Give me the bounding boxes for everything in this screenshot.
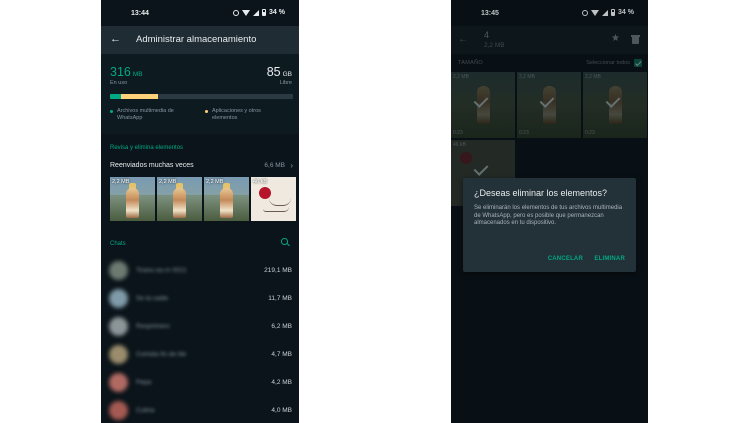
status-time: 13:44 [131,10,149,17]
avatar [109,289,128,308]
chevron-right-icon: › [290,161,293,170]
status-bar: 13:44 34 % [101,0,299,26]
legend-media-label: Archivos multimedia de WhatsApp [117,108,174,121]
search-icon-handle [286,242,290,247]
signal-icon [253,9,260,16]
legend-apps-dot [205,110,208,113]
chat-size: 4,7 MB [271,351,292,358]
chat-row[interactable]: Comida fin de tile 4,7 MB [101,341,299,369]
chat-row[interactable]: Se la cadie 11,7 MB [101,285,299,313]
delete-dialog: ¿Deseas eliminar los elementos? Se elimi… [463,178,636,272]
review-section-title: Revisa y elimina elementos [110,145,184,151]
avatar [109,317,128,336]
avatar [109,401,128,420]
storage-screen: 13:44 34 % ← Administrar almacenamiento … [101,0,299,423]
wifi-icon [242,9,251,16]
chat-row[interactable]: Culina 4,0 MB [101,397,299,423]
forwarded-thumbnail[interactable]: 2,2 MB [110,177,155,221]
legend-media-dot [110,110,113,113]
chat-size: 219,1 MB [264,267,292,274]
handwriting-image [269,198,291,206]
statue-image [173,188,186,218]
chat-name: Comida fin de tile [136,351,187,358]
chat-size: 6,2 MB [271,323,292,330]
used-label: En uso [110,80,128,86]
chats-section-title: Chats [110,241,126,247]
free-label: Libre [279,80,292,86]
chat-name: Tiranu ea m 0021 [136,267,187,274]
delete-confirm-screen: 13:45 34 % ← 4 2,2 MB ★ TAMAÑO Seleccion… [451,0,648,423]
handwriting-image [263,207,289,212]
avatar [109,261,128,280]
chat-size: 4,2 MB [271,379,292,386]
status-icons: 34 % [233,9,285,16]
chat-row[interactable]: Pepa 4,2 MB [101,369,299,397]
storage-summary: 316 MB 85 GB En uso Libre Archivos multime… [101,54,299,134]
forwarded-row[interactable]: Reenviados muchas veces 6,6 MB › [110,161,293,172]
used-storage: 316 MB [110,65,143,79]
battery-icon [262,9,267,16]
chat-size: 4,0 MB [271,407,292,414]
used-unit: MB [132,71,143,78]
legend-media: Archivos multimedia de WhatsApp [110,108,185,122]
avatar [109,345,128,364]
statue-image [126,188,139,218]
chat-name: Se la cadie [136,295,169,302]
forwarded-size: 6,6 MB [264,162,285,169]
page-title: Administrar almacenamiento [136,34,257,45]
statue-image [220,188,233,218]
legend-apps: Aplicaciones y otros elementos [205,108,280,122]
forwarded-thumbnails: 2,2 MB 2,2 MB 2,2 MB 46 kB [110,177,296,221]
forwarded-thumbnail[interactable]: 46 kB [251,177,296,221]
chat-name: Resprimero [136,323,170,330]
forwarded-label: Reenviados muchas veces [110,162,194,169]
thumbnail-size-label: 2,2 MB [206,179,224,185]
battery-level: 34 % [269,9,285,16]
used-value: 316 [110,65,131,79]
avatar [109,373,128,392]
alarm-icon [233,9,240,16]
storage-bar-media [110,94,121,99]
free-value: 85 [266,65,281,79]
free-unit: GB [282,71,292,78]
thumbnail-size-label: 46 kB [253,179,268,185]
dialog-body: Se eliminarán los elementos de tus archi… [474,205,623,226]
search-icon[interactable] [281,238,290,247]
dialog-title: ¿Deseas eliminar los elementos? [474,188,608,198]
forwarded-thumbnail[interactable]: 2,2 MB [157,177,202,221]
chat-size: 11,7 MB [268,295,292,302]
delete-button[interactable]: ELIMINAR [594,256,625,262]
free-storage: 85 GB [267,65,292,79]
chat-list: Tiranu ea m 0021 219,1 MB Se la cadie 11,7 … [101,257,299,423]
chat-name: Pepa [136,379,152,386]
chat-name: Culina [136,407,155,414]
thumbnail-size-label: 2,2 MB [112,179,130,185]
cancel-button[interactable]: CANCELAR [548,256,583,262]
storage-bar-apps [121,94,158,99]
forwarded-thumbnail[interactable]: 2,2 MB [204,177,249,221]
chat-row[interactable]: Resprimero 6,2 MB [101,313,299,341]
legend-apps-label: Aplicaciones y otros elementos [212,108,261,121]
thumbnail-size-label: 2,2 MB [159,179,177,185]
back-arrow-icon[interactable]: ← [110,33,121,45]
chat-row[interactable]: Tiranu ea m 0021 219,1 MB [101,257,299,285]
storage-bar [110,94,293,99]
app-bar: ← Administrar almacenamiento [101,26,299,54]
